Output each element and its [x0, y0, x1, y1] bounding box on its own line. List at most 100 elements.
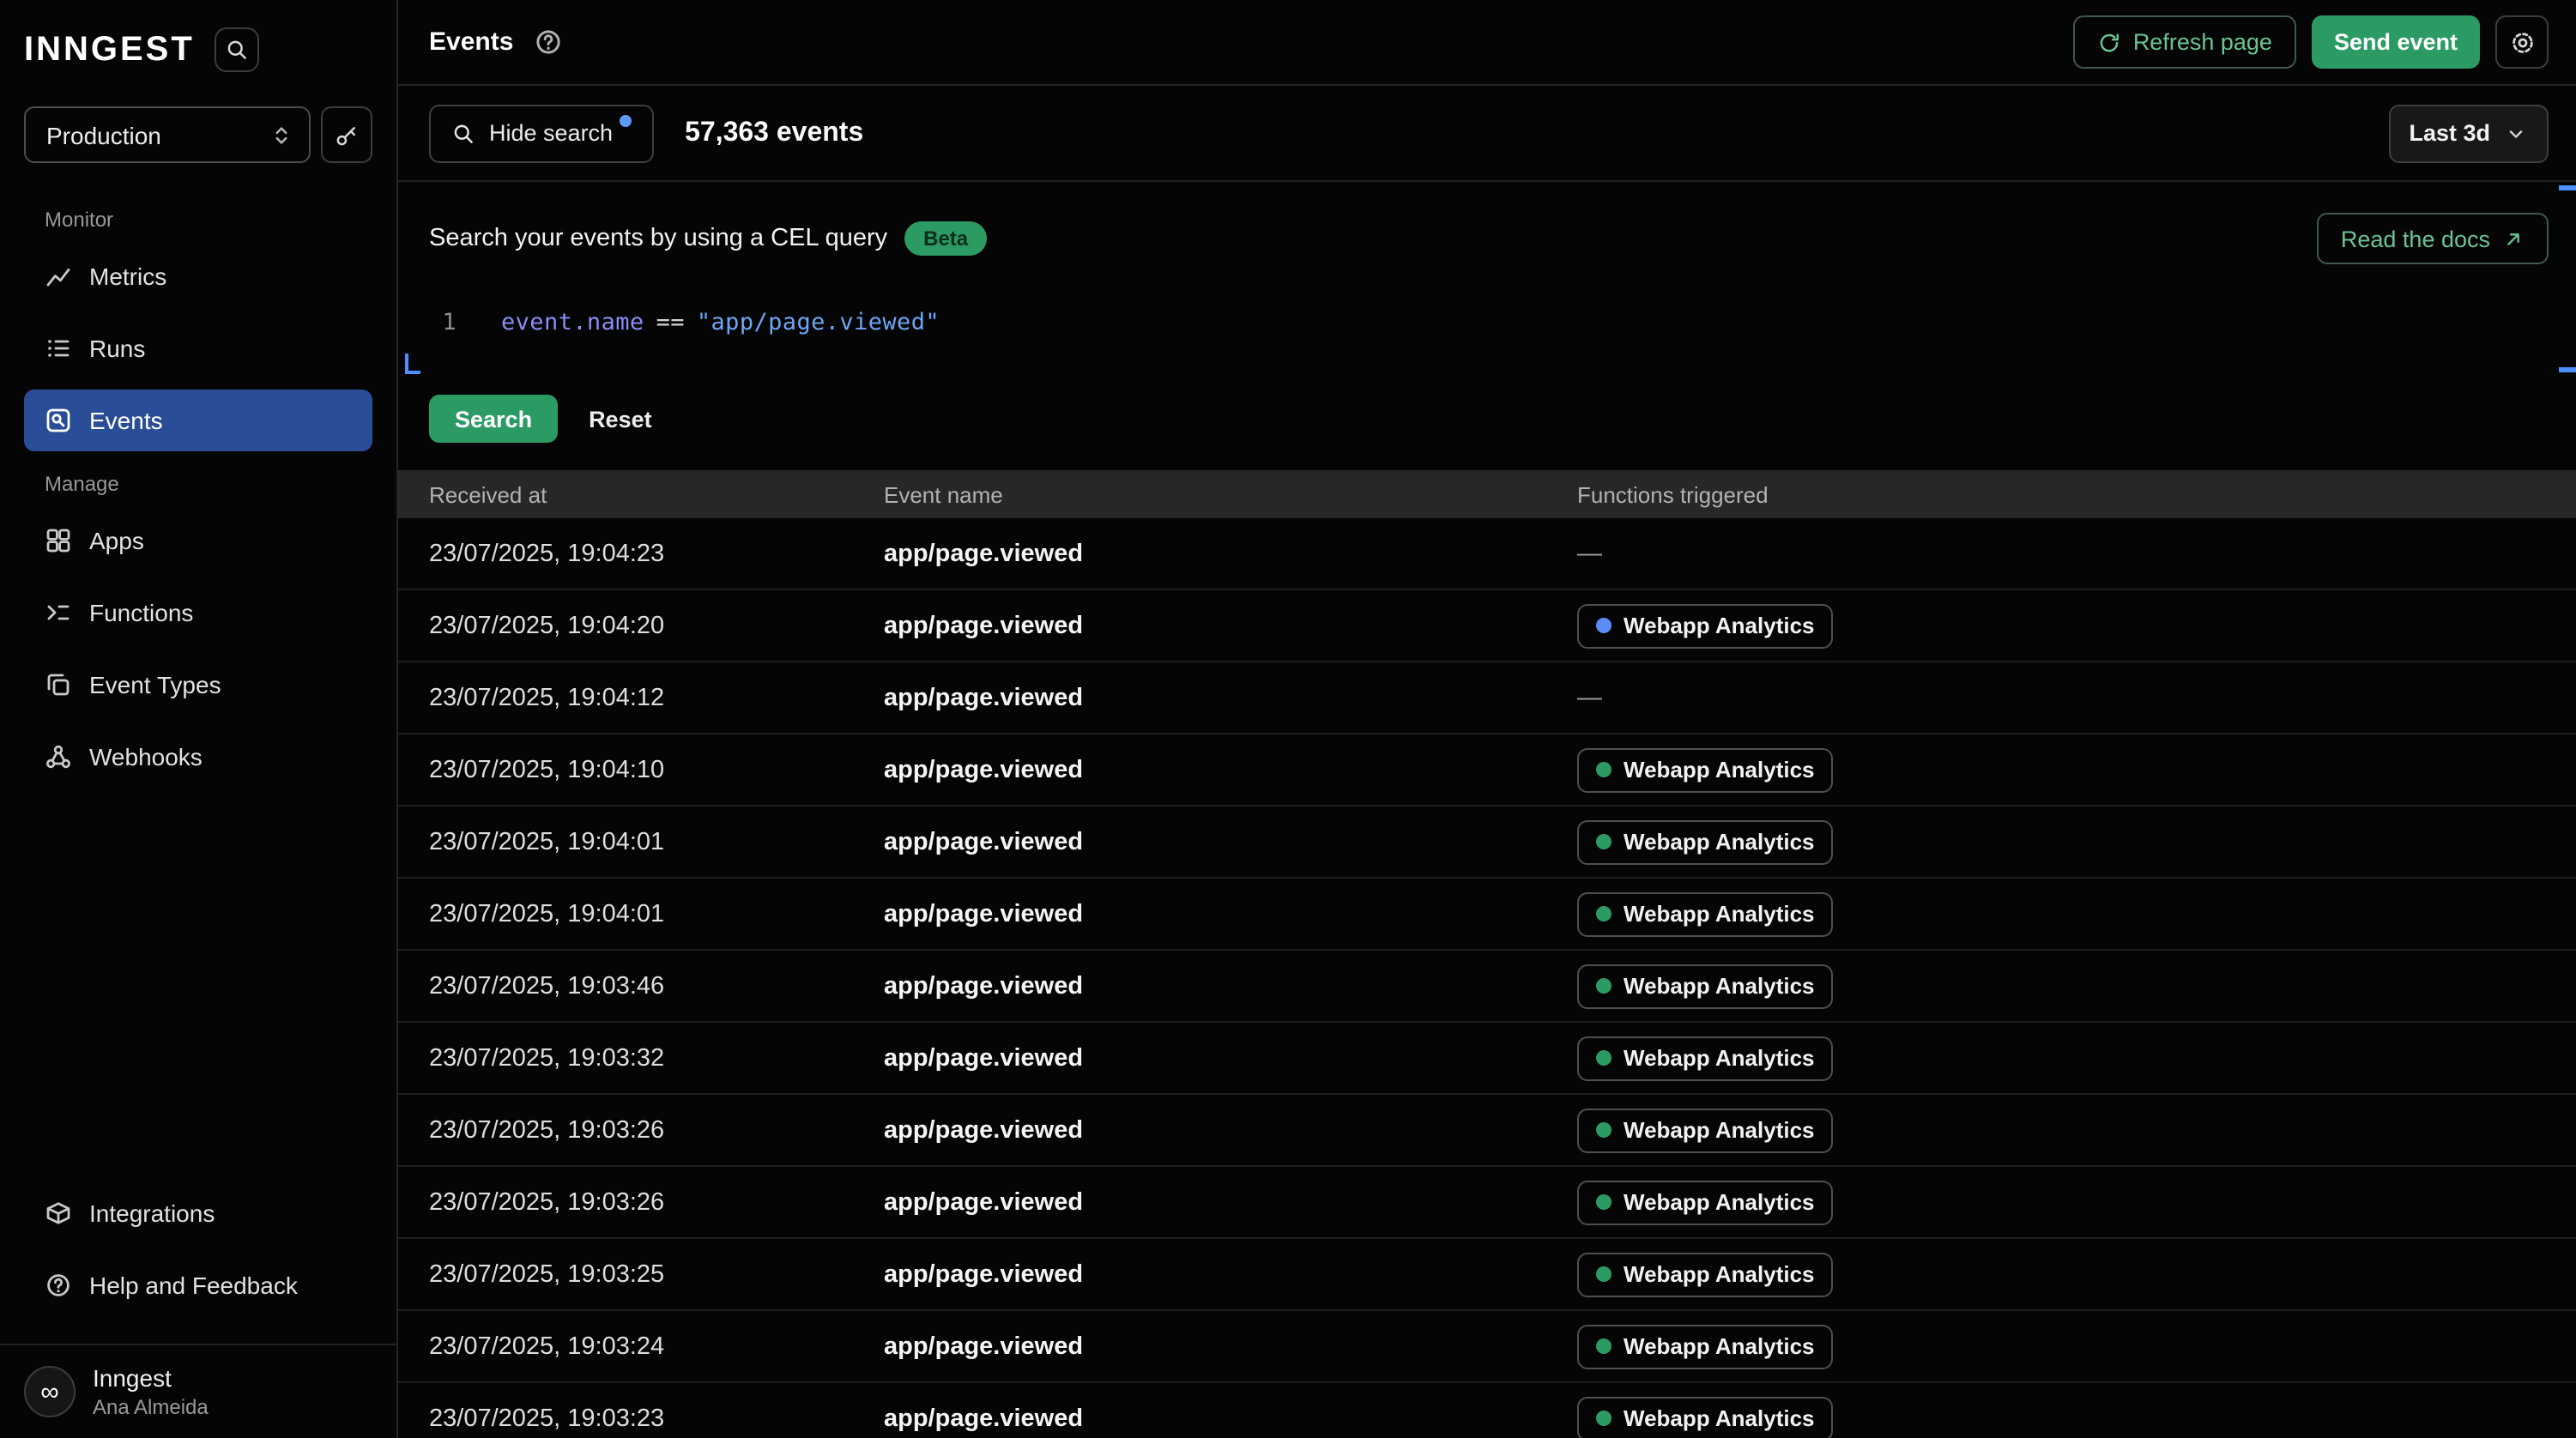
functions-cell: Webapp Analytics: [1577, 1180, 2576, 1224]
event-name-cell: app/page.viewed: [884, 684, 1577, 711]
function-badge[interactable]: Webapp Analytics: [1577, 1036, 1834, 1080]
editor-focus-dash-bottom: [2559, 367, 2576, 372]
sidebar-search-button[interactable]: [215, 27, 260, 72]
metrics-icon: [45, 263, 72, 290]
function-badge[interactable]: Webapp Analytics: [1577, 891, 1834, 936]
refresh-page-button[interactable]: Refresh page: [2073, 15, 2296, 69]
functions-icon: [45, 599, 72, 626]
function-badge[interactable]: Webapp Analytics: [1577, 747, 1834, 792]
function-badge[interactable]: Webapp Analytics: [1577, 1396, 1834, 1438]
function-status-dot: [1596, 1194, 1612, 1210]
table-body: 23/07/2025, 19:04:23app/page.viewed—23/0…: [398, 518, 2576, 1438]
function-badge[interactable]: Webapp Analytics: [1577, 1324, 1834, 1369]
sidebar-item-runs[interactable]: Runs: [24, 317, 372, 379]
event-name-cell: app/page.viewed: [884, 1332, 1577, 1360]
send-event-button[interactable]: Send event: [2312, 15, 2480, 69]
main-content: Events Refresh page Send event: [398, 0, 2576, 1438]
sidebar-item-metrics[interactable]: Metrics: [24, 245, 372, 307]
notification-dot: [620, 115, 632, 127]
function-name: Webapp Analytics: [1624, 1405, 1815, 1431]
table-row[interactable]: 23/07/2025, 19:04:01app/page.viewedWebap…: [398, 807, 2576, 879]
function-name: Webapp Analytics: [1624, 1261, 1815, 1287]
environment-selector[interactable]: Production: [24, 106, 311, 163]
table-row[interactable]: 23/07/2025, 19:03:23app/page.viewed Webap…: [398, 1383, 2576, 1438]
sidebar-item-functions[interactable]: Functions: [24, 582, 372, 643]
sidebar-footer-nav: Integrations Help and Feedback: [24, 1182, 372, 1326]
sidebar-item-event-types[interactable]: Event Types: [24, 654, 372, 716]
function-status-dot: [1596, 1338, 1612, 1354]
read-docs-button[interactable]: Read the docs: [2317, 213, 2549, 264]
gear-icon: [2508, 28, 2536, 56]
inngest-logo: INNGEST: [24, 30, 195, 69]
cel-query-line[interactable]: event.name == "app/page.viewed": [501, 309, 940, 336]
functions-cell: Webapp Analytics: [1577, 1324, 2576, 1369]
table-row[interactable]: 23/07/2025, 19:03:24app/page.viewedWebap…: [398, 1311, 2576, 1383]
query-identifier: event.name: [501, 309, 644, 336]
column-event-name: Event name: [884, 481, 1577, 507]
cel-query-editor[interactable]: 1 event.name == "app/page.viewed": [398, 288, 2576, 374]
table-row[interactable]: 23/07/2025, 19:03:26app/page.viewedWebap…: [398, 1167, 2576, 1239]
reset-button[interactable]: Reset: [589, 406, 652, 432]
sidebar-item-integrations[interactable]: Integrations: [24, 1182, 372, 1244]
logo-row: INNGEST: [24, 24, 372, 76]
sidebar-item-label: Runs: [89, 335, 145, 362]
received-at-cell: 23/07/2025, 19:03:23: [398, 1405, 884, 1432]
sidebar-item-events[interactable]: Events: [24, 390, 372, 451]
avatar: ∞: [24, 1366, 76, 1417]
function-status-dot: [1596, 1050, 1612, 1066]
event-keys-button[interactable]: [321, 106, 372, 163]
table-row[interactable]: 23/07/2025, 19:03:26app/page.viewedWebap…: [398, 1095, 2576, 1167]
functions-cell: Webapp Analytics: [1577, 603, 2576, 648]
table-row[interactable]: 23/07/2025, 19:04:12app/page.viewed—: [398, 662, 2576, 734]
function-badge[interactable]: Webapp Analytics: [1577, 819, 1834, 864]
event-name-cell: app/page.viewed: [884, 1405, 1577, 1432]
sidebar-item-webhooks[interactable]: Webhooks: [24, 726, 372, 788]
functions-cell: —: [1577, 539, 2576, 568]
hide-search-label: Hide search: [489, 120, 613, 146]
received-at-cell: 23/07/2025, 19:03:46: [398, 972, 884, 1000]
received-at-cell: 23/07/2025, 19:03:26: [398, 1116, 884, 1144]
function-badge[interactable]: Webapp Analytics: [1577, 964, 1834, 1008]
function-name: Webapp Analytics: [1624, 613, 1815, 638]
event-name-cell: app/page.viewed: [884, 1116, 1577, 1144]
event-name-cell: app/page.viewed: [884, 900, 1577, 927]
events-table: Received at Event name Functions trigger…: [398, 470, 2576, 1438]
refresh-icon: [2097, 30, 2121, 54]
table-row[interactable]: 23/07/2025, 19:03:25app/page.viewedWebap…: [398, 1239, 2576, 1311]
event-name-cell: app/page.viewed: [884, 828, 1577, 855]
function-name: Webapp Analytics: [1624, 757, 1815, 782]
functions-cell: Webapp Analytics: [1577, 1396, 2576, 1438]
page-header: Events Refresh page Send event: [398, 0, 2576, 86]
no-functions-dash: —: [1577, 541, 1602, 568]
time-range-selector[interactable]: Last 3d: [2388, 104, 2549, 162]
table-row[interactable]: 23/07/2025, 19:04:01app/page.viewedWebap…: [398, 879, 2576, 951]
event-name-cell: app/page.viewed: [884, 1260, 1577, 1288]
search-button[interactable]: Search: [429, 395, 558, 443]
settings-button[interactable]: [2495, 15, 2549, 69]
sidebar-item-apps[interactable]: Apps: [24, 510, 372, 571]
page-title: Events: [429, 27, 513, 57]
sidebar-item-help-and-feedback[interactable]: Help and Feedback: [24, 1254, 372, 1316]
help-icon[interactable]: [534, 27, 563, 57]
user-section[interactable]: ∞ Inngest Ana Almeida: [0, 1344, 396, 1438]
user-name: Ana Almeida: [93, 1395, 209, 1419]
function-badge[interactable]: Webapp Analytics: [1577, 1252, 1834, 1296]
table-row[interactable]: 23/07/2025, 19:04:20app/page.viewedWebap…: [398, 590, 2576, 662]
sidebar-item-label: Events: [89, 407, 163, 434]
function-badge[interactable]: Webapp Analytics: [1577, 1108, 1834, 1152]
hide-search-button[interactable]: Hide search: [429, 104, 654, 162]
integrations-icon: [45, 1199, 72, 1227]
function-status-dot: [1596, 762, 1612, 777]
table-row[interactable]: 23/07/2025, 19:03:46app/page.viewed Webap…: [398, 951, 2576, 1023]
function-badge[interactable]: Webapp Analytics: [1577, 603, 1834, 648]
table-row[interactable]: 23/07/2025, 19:04:23app/page.viewed—: [398, 518, 2576, 590]
sidebar-item-label: Metrics: [89, 263, 166, 290]
table-row[interactable]: 23/07/2025, 19:04:10app/page.viewedWebap…: [398, 734, 2576, 807]
event-name-cell: app/page.viewed: [884, 972, 1577, 1000]
table-row[interactable]: 23/07/2025, 19:03:32app/page.viewedWebap…: [398, 1023, 2576, 1095]
functions-cell: Webapp Analytics: [1577, 747, 2576, 792]
function-name: Webapp Analytics: [1624, 973, 1815, 999]
functions-cell: Webapp Analytics: [1577, 1036, 2576, 1080]
function-badge[interactable]: Webapp Analytics: [1577, 1180, 1834, 1224]
function-name: Webapp Analytics: [1624, 1045, 1815, 1071]
